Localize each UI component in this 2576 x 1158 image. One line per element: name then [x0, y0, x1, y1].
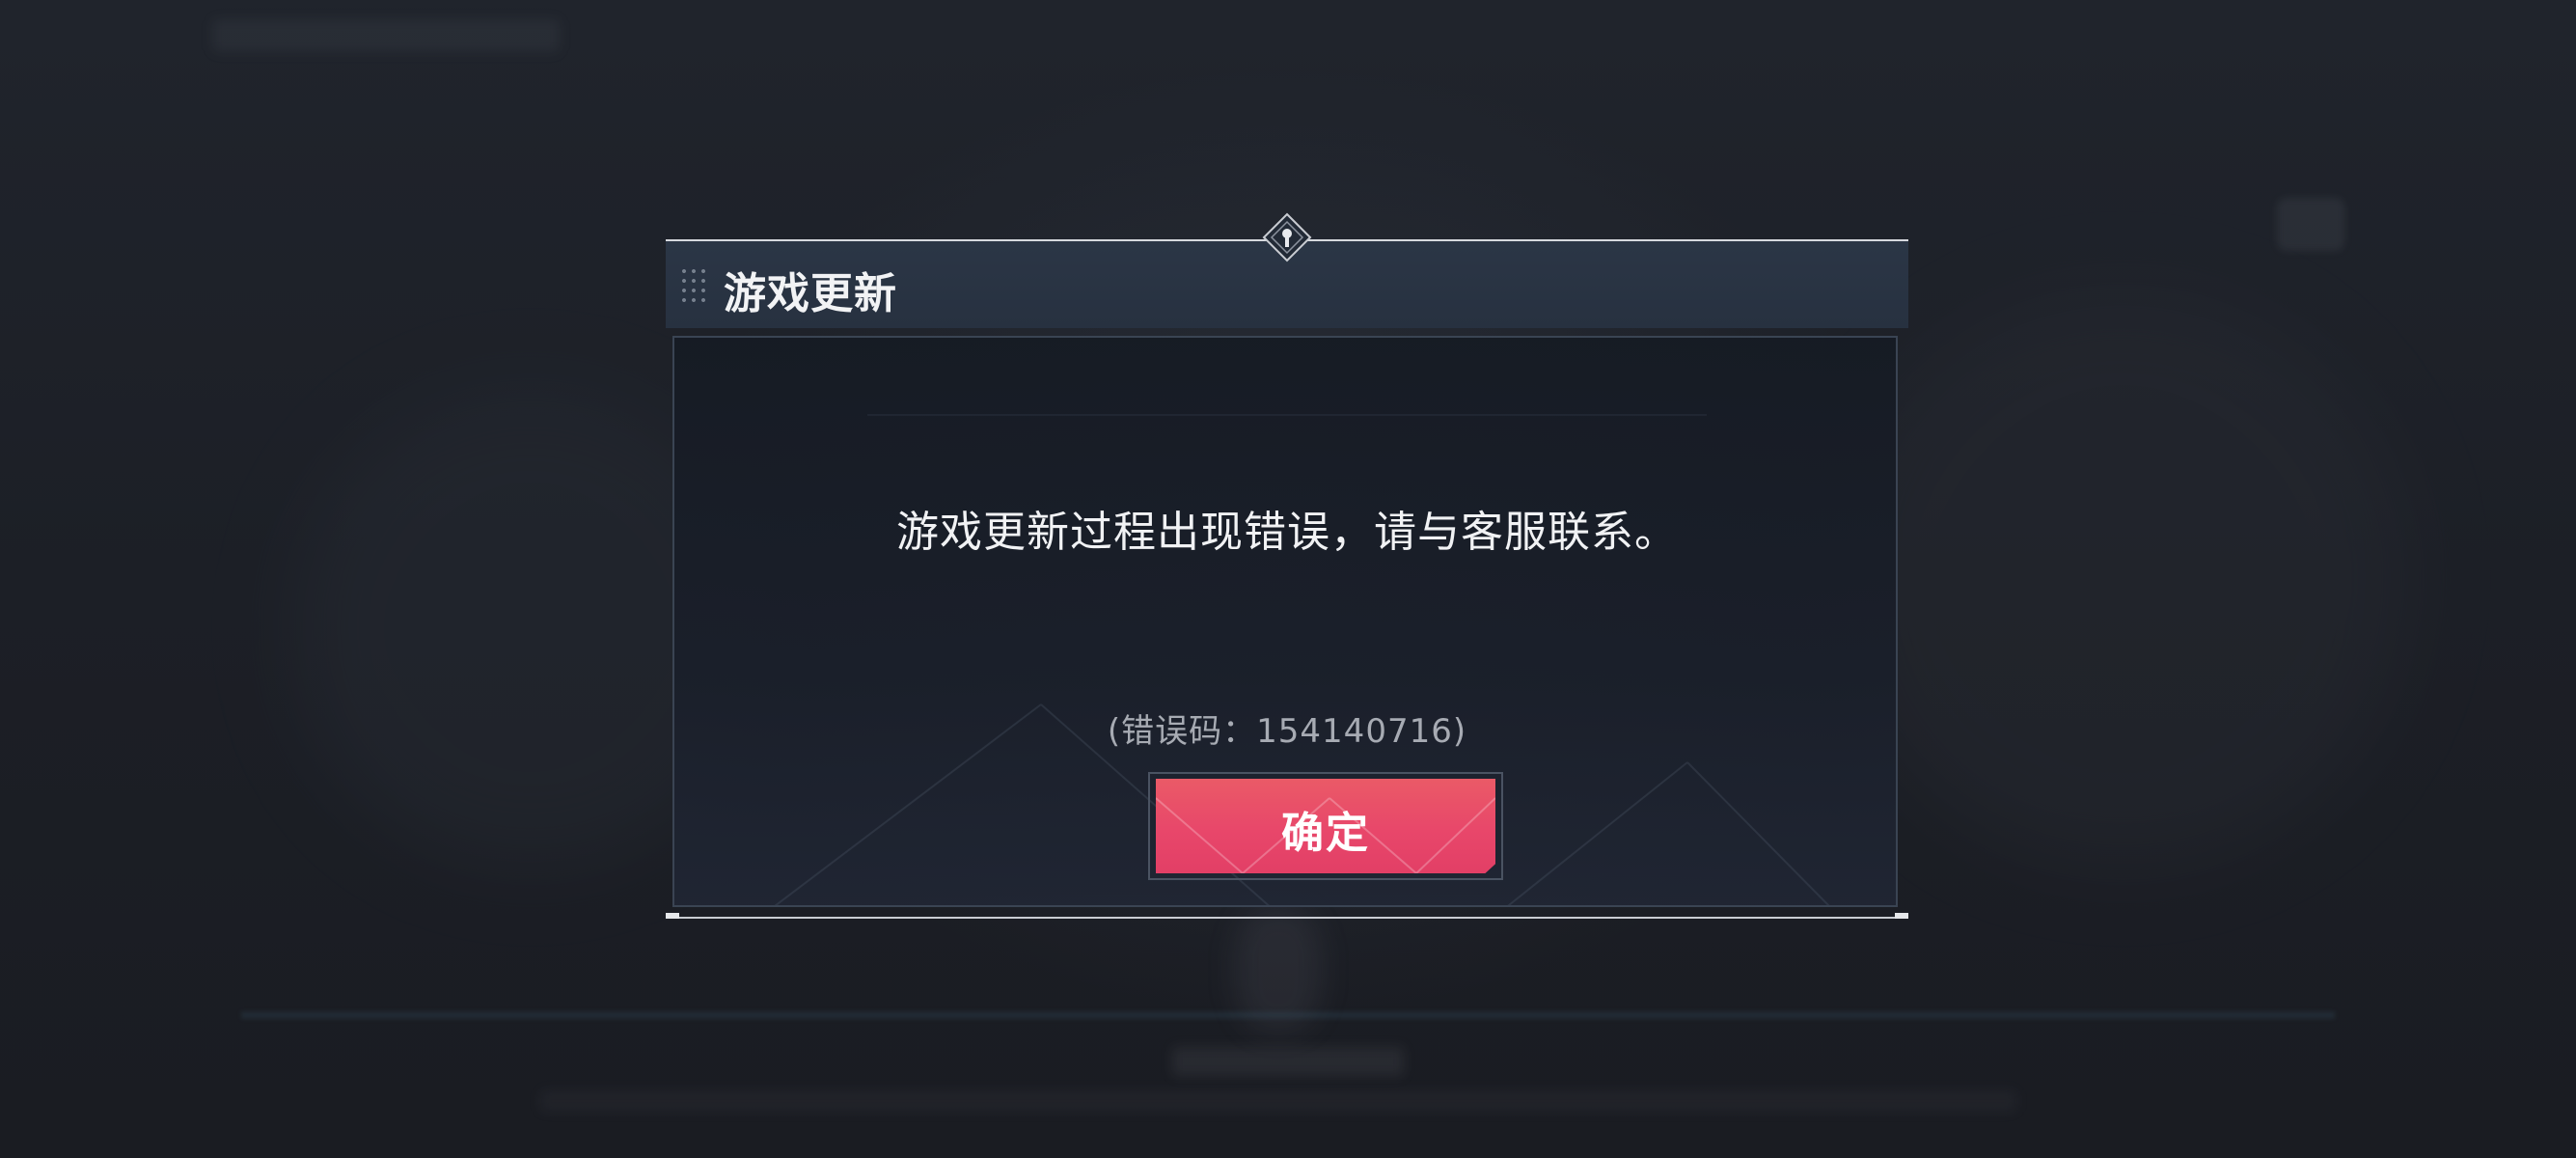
drag-grip-icon	[679, 266, 708, 305]
background-blur	[1833, 290, 2412, 868]
dialog-title: 游戏更新	[724, 269, 897, 318]
update-error-dialog: 游戏更新 游戏更新过程出现错误，请与客服联系。 (错误码：154140716)	[666, 212, 1908, 920]
background-text-blur	[212, 19, 560, 52]
background-footer-text	[540, 1090, 2016, 1112]
corner-tick-left	[666, 913, 679, 919]
corner-tick-right	[1895, 913, 1908, 919]
confirm-button[interactable]: 确定	[1156, 779, 1495, 873]
confirm-button-frame[interactable]: 确定	[1148, 772, 1503, 880]
background-icon-blur	[2277, 198, 2344, 251]
background-loading-text	[1172, 1047, 1404, 1076]
error-message: 游戏更新过程出现错误，请与客服联系。	[896, 508, 1678, 557]
game-screen: 游戏更新 游戏更新过程出现错误，请与客服联系。 (错误码：154140716)	[0, 0, 2576, 1158]
dialog-bottom-border	[666, 917, 1908, 919]
background-progress-bar	[241, 1011, 2335, 1019]
diamond-emblem-icon	[1262, 212, 1312, 262]
dialog-body: 游戏更新过程出现错误，请与客服联系。 (错误码：154140716) 确定	[672, 336, 1898, 907]
error-code: (错误码：154140716)	[1107, 712, 1467, 751]
confirm-button-label: 确定	[1281, 809, 1370, 858]
